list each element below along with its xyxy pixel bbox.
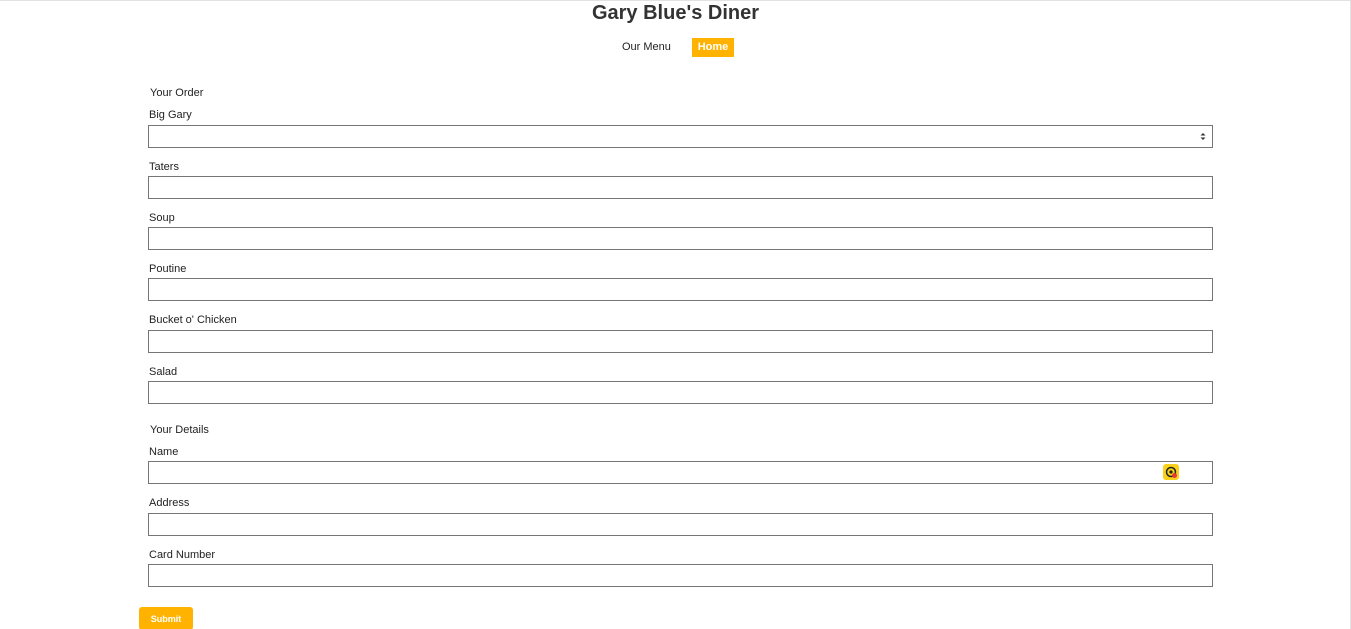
submit-button[interactable]: Submit [139, 607, 193, 629]
page: Gary Blue's Diner Our Menu Home Your Ord… [0, 0, 1351, 629]
poutine-input[interactable] [148, 278, 1213, 301]
big-gary-select[interactable] [148, 125, 1213, 148]
main-nav: Our Menu Home [0, 38, 1351, 58]
card-number-input[interactable] [148, 564, 1213, 587]
address-input[interactable] [148, 513, 1213, 536]
taters-label: Taters [149, 161, 179, 173]
big-gary-label: Big Gary [149, 109, 192, 121]
nav-home-link[interactable]: Home [692, 38, 734, 57]
address-label: Address [149, 497, 190, 509]
bucket-o-chicken-label: Bucket o' Chicken [149, 314, 237, 326]
order-section-legend: Your Order [150, 87, 204, 99]
bucket-o-chicken-input[interactable] [148, 330, 1213, 353]
soup-input[interactable] [148, 227, 1213, 250]
updown-arrows-icon [1200, 133, 1206, 140]
salad-input[interactable] [148, 381, 1213, 404]
nav-our-menu-link[interactable]: Our Menu [622, 38, 671, 57]
name-label: Name [149, 446, 179, 458]
taters-input[interactable] [148, 176, 1213, 199]
card-number-label: Card Number [149, 549, 216, 561]
poutine-label: Poutine [149, 263, 187, 275]
site-title: Gary Blue's Diner [591, 2, 760, 24]
name-input[interactable] [148, 461, 1213, 484]
details-section-legend: Your Details [150, 424, 209, 436]
salad-label: Salad [149, 366, 178, 378]
password-manager-icon[interactable] [1163, 464, 1179, 480]
soup-label: Soup [149, 212, 175, 224]
